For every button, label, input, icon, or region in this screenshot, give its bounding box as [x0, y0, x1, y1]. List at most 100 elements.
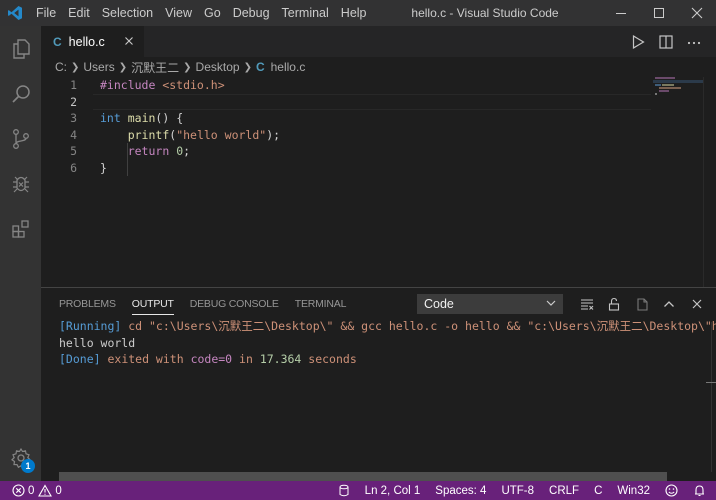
bell-icon — [695, 485, 704, 497]
output-token: exited with — [100, 352, 191, 366]
search-icon — [11, 84, 30, 103]
activity-source-control[interactable] — [0, 116, 41, 161]
tab-output[interactable]: OUTPUT — [131, 288, 174, 320]
code-token: <stdio.h> — [162, 78, 225, 92]
notifications-button[interactable] — [693, 484, 706, 497]
chevron-right-icon: ❯ — [118, 61, 128, 73]
clear-output-icon — [580, 299, 594, 310]
minimize-icon — [616, 13, 626, 14]
line-number: 4 — [70, 127, 77, 142]
activity-extensions[interactable] — [0, 206, 41, 251]
output-token: in — [232, 352, 260, 366]
activity-bar: 1 — [0, 26, 41, 481]
menu-go[interactable]: Go — [198, 0, 227, 26]
c-file-icon: C — [255, 60, 265, 74]
code-line[interactable]: 5 return 0; — [41, 143, 651, 160]
minimize-button[interactable] — [602, 0, 640, 26]
activity-explorer[interactable] — [0, 26, 41, 71]
panel-scrollbar[interactable] — [711, 322, 712, 472]
code-text: return 0; — [100, 143, 190, 160]
panel-tabs: PROBLEMS OUTPUT DEBUG CONSOLE TERMINAL — [41, 288, 354, 320]
close-window-button[interactable] — [678, 0, 716, 26]
menu-view[interactable]: View — [159, 0, 198, 26]
activity-debug[interactable] — [0, 161, 41, 206]
source-control-icon — [12, 128, 29, 149]
code-token: main — [127, 111, 156, 125]
code-line[interactable]: 6} — [41, 160, 651, 177]
clear-output-button[interactable] — [573, 294, 601, 314]
code-line[interactable]: 2 — [41, 93, 651, 111]
output-line: hello world — [59, 335, 716, 352]
menu-file[interactable]: File — [30, 0, 62, 26]
menu-debug[interactable]: Debug — [227, 0, 276, 26]
activity-search[interactable] — [0, 71, 41, 116]
editor-scrollbar[interactable] — [703, 77, 704, 287]
code-line[interactable]: 1 #include <stdio.h> — [41, 77, 651, 94]
breadcrumb: C: ❯ Users ❯ 沉默王二 ❯ Desktop ❯ C hello.c — [41, 57, 716, 77]
close-tab-icon[interactable] — [122, 34, 136, 48]
code-line[interactable]: 4 printf("hello world"); — [41, 127, 651, 144]
chevron-right-icon: ❯ — [183, 61, 192, 73]
status-bar: 0 0 Ln 2, Col 1 Spaces: 4 UTF-8 CRLF C W… — [0, 481, 716, 500]
lock-scroll-icon — [609, 297, 620, 311]
breadcrumb-item-user-folder[interactable]: 沉默王二 — [131, 59, 179, 76]
c-file-icon: C — [53, 34, 62, 49]
more-actions-icon — [687, 41, 701, 44]
warning-count: 0 — [55, 484, 62, 497]
menu-bar: File Edit Selection View Go Debug Terminal Help — [30, 0, 373, 26]
code-editor[interactable]: 6} 5 return 0; 4 printf("hello world"); 3 in… — [41, 77, 716, 287]
menu-edit[interactable]: Edit — [62, 0, 96, 26]
problems-status[interactable]: 0 0 — [12, 484, 62, 497]
encoding-status[interactable]: UTF-8 — [501, 485, 534, 497]
more-actions-button[interactable] — [680, 26, 708, 57]
tab-terminal[interactable]: TERMINAL — [295, 288, 347, 320]
tab-debug-console[interactable]: DEBUG CONSOLE — [190, 288, 279, 320]
vscode-logo-icon — [0, 0, 30, 26]
minimap[interactable] — [653, 77, 703, 117]
panel-scroll-marker — [706, 382, 716, 383]
output-channel-value: Code — [424, 297, 454, 311]
warning-icon — [38, 484, 53, 497]
output-channel-select[interactable]: Code — [417, 294, 563, 314]
split-editor-button[interactable] — [652, 26, 680, 57]
feedback-button[interactable] — [665, 484, 678, 497]
lock-scroll-button[interactable] — [601, 294, 629, 314]
breadcrumb-item-users[interactable]: Users — [83, 60, 114, 74]
maximize-button[interactable] — [640, 0, 678, 26]
code-line[interactable]: 3 int main() { — [41, 110, 651, 127]
title-bar: File Edit Selection View Go Debug Terminal Help… — [0, 0, 716, 26]
platform-status[interactable]: Win32 — [617, 485, 650, 497]
cursor-position[interactable]: Ln 2, Col 1 — [365, 485, 421, 497]
output-log[interactable]: [Running] cd "c:\Users\沉默王二\Desktop\" &&… — [59, 318, 716, 368]
tab-problems[interactable]: PROBLEMS — [59, 288, 116, 320]
indentation-status[interactable]: Spaces: 4 — [435, 485, 486, 497]
debug-icon — [12, 176, 29, 192]
open-log-button[interactable] — [628, 294, 656, 314]
menu-help[interactable]: Help — [335, 0, 373, 26]
run-code-button[interactable] — [624, 26, 652, 57]
maximize-panel-button[interactable] — [656, 294, 684, 314]
tab-hello-c[interactable]: C hello.c — [41, 26, 144, 57]
database-icon — [339, 484, 349, 497]
menu-terminal[interactable]: Terminal — [276, 0, 335, 26]
code-token: } — [100, 160, 107, 175]
breadcrumb-item-desktop[interactable]: Desktop — [196, 60, 240, 74]
code-text: int main() { — [100, 110, 183, 127]
database-status[interactable] — [338, 484, 350, 497]
menu-selection[interactable]: Selection — [96, 0, 159, 26]
code-text: #include <stdio.h> — [100, 77, 225, 94]
output-token: code=0 — [190, 352, 233, 366]
breadcrumb-item-drive[interactable]: C: — [55, 60, 67, 74]
code-token: "hello world" — [176, 127, 267, 142]
language-mode[interactable]: C — [594, 485, 602, 497]
breadcrumb-item-file[interactable]: hello.c — [271, 60, 306, 74]
eol-status[interactable]: CRLF — [549, 485, 579, 497]
manage-settings-button[interactable]: 1 — [0, 441, 41, 475]
maximize-icon — [654, 8, 664, 18]
code-text: } — [100, 160, 107, 177]
output-token: seconds — [301, 352, 357, 366]
close-panel-button[interactable] — [683, 294, 711, 314]
error-count: 0 — [28, 484, 35, 497]
